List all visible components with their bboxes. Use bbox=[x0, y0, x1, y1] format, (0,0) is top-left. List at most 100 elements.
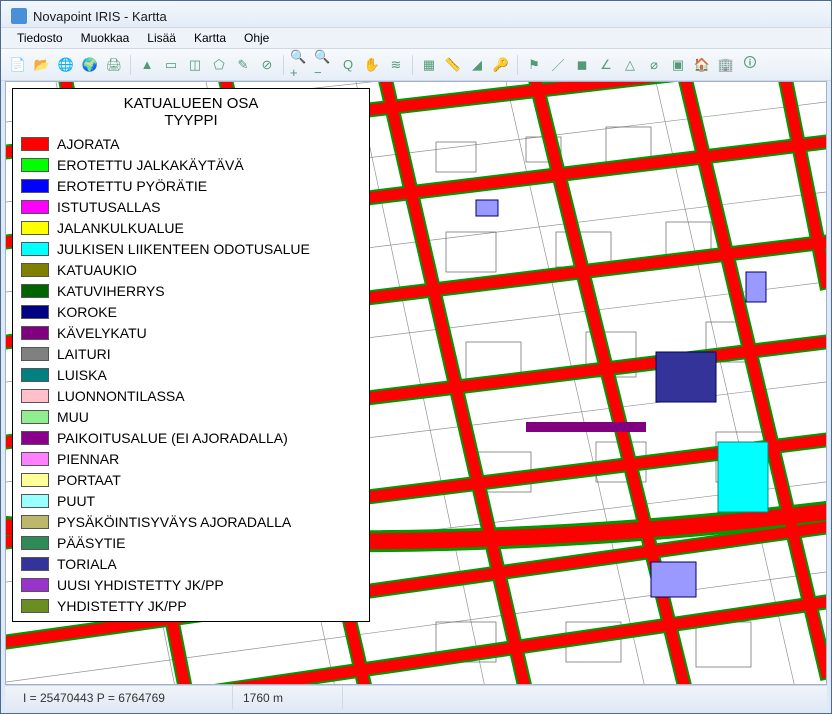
legend-swatch bbox=[21, 431, 49, 445]
legend-swatch bbox=[21, 137, 49, 151]
legend-label: PAIKOITUSALUE (EI AJORADALLA) bbox=[57, 430, 288, 446]
select-freehand-icon[interactable]: ✎ bbox=[232, 54, 254, 76]
legend-item: AJORATA bbox=[21, 134, 361, 155]
legend-label: PUUT bbox=[57, 493, 95, 509]
legend-item: TORIALA bbox=[21, 554, 361, 575]
link-icon[interactable]: 🔑 bbox=[490, 54, 512, 76]
ruler-icon[interactable]: 📏 bbox=[442, 54, 464, 76]
legend-title-line1: KATUALUEEN OSA bbox=[21, 95, 361, 112]
legend-swatch bbox=[21, 326, 49, 340]
legend-title-line2: TYYPPI bbox=[21, 112, 361, 129]
globe-open-icon[interactable]: 🌐 bbox=[55, 54, 77, 76]
layers-icon[interactable]: ≋ bbox=[385, 54, 407, 76]
toolbar-separator bbox=[130, 55, 131, 75]
legend-swatch bbox=[21, 305, 49, 319]
legend-swatch bbox=[21, 221, 49, 235]
legend-swatch bbox=[21, 494, 49, 508]
legend-swatch bbox=[21, 263, 49, 277]
map-viewport[interactable]: KATUALUEEN OSA TYYPPI AJORATAEROTETTU JA… bbox=[5, 81, 827, 685]
toolbar-separator bbox=[283, 55, 284, 75]
legend-item: PYSÄKÖINTISYVÄYS AJORADALLA bbox=[21, 512, 361, 533]
legend-label: LUISKA bbox=[57, 367, 107, 383]
legend-swatch bbox=[21, 389, 49, 403]
legend-item: ISTUTUSALLAS bbox=[21, 197, 361, 218]
menu-bar: Tiedosto Muokkaa Lisää Kartta Ohje bbox=[1, 27, 831, 49]
legend-item: PAIKOITUSALUE (EI AJORADALLA) bbox=[21, 428, 361, 449]
toolbar-separator bbox=[412, 55, 413, 75]
region-icon[interactable]: ◼ bbox=[571, 54, 593, 76]
grid-icon[interactable]: ▦ bbox=[418, 54, 440, 76]
buildings-icon[interactable]: 🏢 bbox=[715, 54, 737, 76]
legend-label: KATUVIHERRYS bbox=[57, 283, 165, 299]
legend-label: LAITURI bbox=[57, 346, 111, 362]
profile-icon[interactable]: ⌀ bbox=[643, 54, 665, 76]
line-icon[interactable]: ／ bbox=[547, 54, 569, 76]
pan-icon[interactable]: ✋ bbox=[361, 54, 383, 76]
legend-label: YHDISTETTY JK/PP bbox=[57, 598, 187, 614]
house-icon[interactable]: 🏠 bbox=[691, 54, 713, 76]
legend-item: KÄVELYKATU bbox=[21, 323, 361, 344]
legend-panel: KATUALUEEN OSA TYYPPI AJORATAEROTETTU JA… bbox=[12, 88, 370, 622]
legend-label: PYSÄKÖINTISYVÄYS AJORADALLA bbox=[57, 514, 291, 530]
zoom-out-icon[interactable]: 🔍− bbox=[313, 54, 335, 76]
legend-item: YHDISTETTY JK/PP bbox=[21, 596, 361, 617]
legend-swatch bbox=[21, 536, 49, 550]
app-icon bbox=[11, 8, 27, 24]
legend-item: JALANKULKUALUE bbox=[21, 218, 361, 239]
select-fence-icon[interactable]: ◫ bbox=[184, 54, 206, 76]
legend-swatch bbox=[21, 200, 49, 214]
legend-item: LAITURI bbox=[21, 344, 361, 365]
legend-item: LUISKA bbox=[21, 365, 361, 386]
measure-area-icon[interactable]: ◢ bbox=[466, 54, 488, 76]
legend-label: LUONNONTILASSA bbox=[57, 388, 185, 404]
legend-label: AJORATA bbox=[57, 136, 120, 152]
select-rect-icon[interactable]: ▭ bbox=[160, 54, 182, 76]
legend-item: PORTAAT bbox=[21, 470, 361, 491]
window-title: Novapoint IRIS - Kartta bbox=[33, 9, 167, 24]
legend-item: KATUVIHERRYS bbox=[21, 281, 361, 302]
menu-tiedosto[interactable]: Tiedosto bbox=[9, 29, 71, 47]
section-icon[interactable]: ▣ bbox=[667, 54, 689, 76]
globe-save-icon[interactable]: 🌍 bbox=[79, 54, 101, 76]
open-icon[interactable]: 📂 bbox=[31, 54, 53, 76]
legend-label: JALANKULKUALUE bbox=[57, 220, 184, 236]
info-icon[interactable]: 🛈 bbox=[739, 54, 761, 76]
legend-label: ISTUTUSALLAS bbox=[57, 199, 160, 215]
status-scale: 1760 m bbox=[233, 686, 343, 709]
legend-swatch bbox=[21, 515, 49, 529]
legend-label: PÄÄSYTIE bbox=[57, 535, 125, 551]
legend-label: KOROKE bbox=[57, 304, 117, 320]
no-entry-icon[interactable]: ⊘ bbox=[256, 54, 278, 76]
toolbar: 📄📂🌐🌍🖨 ▲▭◫⬠✎⊘ 🔍+🔍−Q✋≋ ▦📏◢🔑 ⚑／◼∠△⌀▣🏠🏢🛈 bbox=[1, 49, 831, 81]
status-bar: I = 25470443 P = 6764769 1760 m bbox=[5, 685, 827, 709]
menu-lisaa[interactable]: Lisää bbox=[139, 29, 184, 47]
legend-swatch bbox=[21, 179, 49, 193]
status-coordinates: I = 25470443 P = 6764769 bbox=[13, 686, 233, 709]
legend-swatch bbox=[21, 284, 49, 298]
zoom-reset-icon[interactable]: Q bbox=[337, 54, 359, 76]
angle-icon[interactable]: ∠ bbox=[595, 54, 617, 76]
legend-label: KÄVELYKATU bbox=[57, 325, 147, 341]
legend-label: MUU bbox=[57, 409, 89, 425]
survey-tool-icon[interactable]: △ bbox=[619, 54, 641, 76]
flag-icon[interactable]: ⚑ bbox=[523, 54, 545, 76]
pointer-icon[interactable]: ▲ bbox=[136, 54, 158, 76]
legend-swatch bbox=[21, 410, 49, 424]
print-icon[interactable]: 🖨 bbox=[103, 54, 125, 76]
menu-kartta[interactable]: Kartta bbox=[186, 29, 234, 47]
new-icon[interactable]: 📄 bbox=[7, 54, 29, 76]
legend-label: JULKISEN LIIKENTEEN ODOTUSALUE bbox=[57, 241, 310, 257]
zoom-in-icon[interactable]: 🔍+ bbox=[289, 54, 311, 76]
legend-item: MUU bbox=[21, 407, 361, 428]
legend-swatch bbox=[21, 158, 49, 172]
legend-label: PIENNAR bbox=[57, 451, 119, 467]
legend-swatch bbox=[21, 368, 49, 382]
title-bar: Novapoint IRIS - Kartta bbox=[1, 1, 831, 27]
legend-item: JULKISEN LIIKENTEEN ODOTUSALUE bbox=[21, 239, 361, 260]
menu-muokkaa[interactable]: Muokkaa bbox=[73, 29, 138, 47]
legend-swatch bbox=[21, 599, 49, 613]
legend-item: PUUT bbox=[21, 491, 361, 512]
select-polygon-icon[interactable]: ⬠ bbox=[208, 54, 230, 76]
legend-label: PORTAAT bbox=[57, 472, 121, 488]
menu-ohje[interactable]: Ohje bbox=[236, 29, 277, 47]
